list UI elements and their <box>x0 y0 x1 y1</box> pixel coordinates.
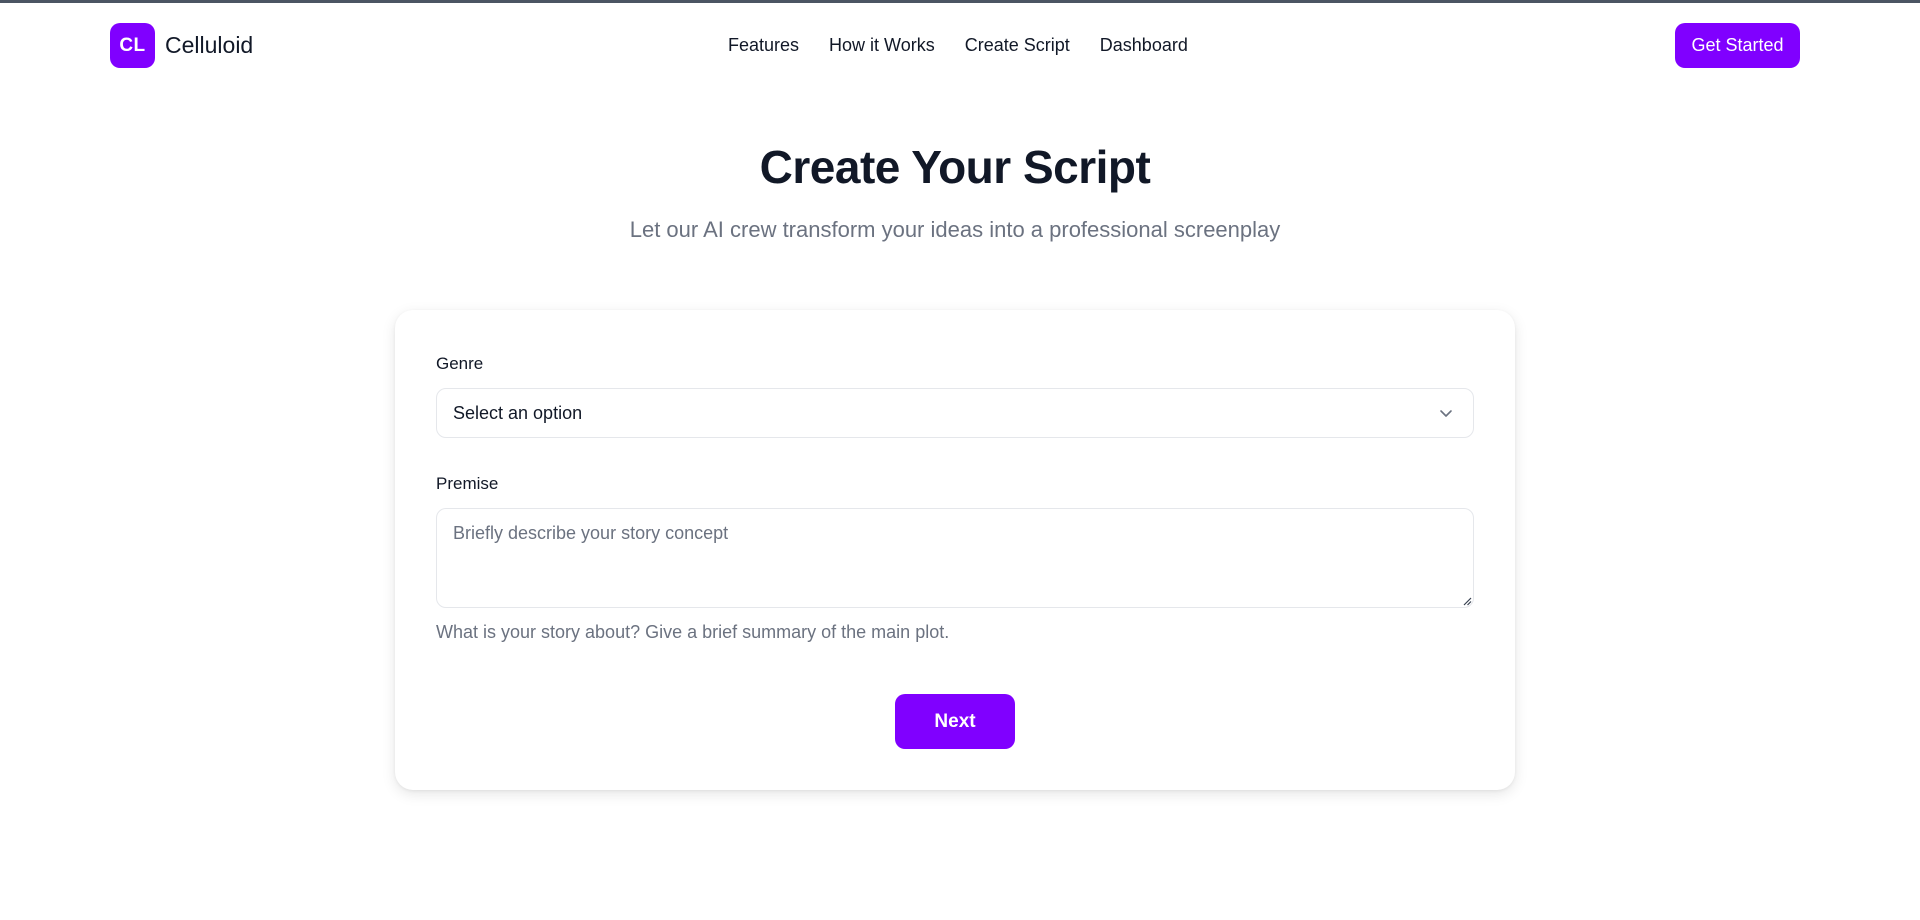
premise-hint: What is your story about? Give a brief s… <box>436 622 950 642</box>
nav-item-create-script[interactable]: Create Script <box>965 33 1070 57</box>
page-subtitle: Let our AI crew transform your ideas int… <box>629 217 1281 242</box>
genre-label: Genre <box>436 354 484 373</box>
page-title: Create Your Script <box>759 141 1151 193</box>
brand-name: Celluloid <box>165 32 254 58</box>
premise-textarea[interactable] <box>436 508 1474 608</box>
nav-item-features[interactable]: Features <box>728 33 799 57</box>
brand-logo[interactable]: CL Celluloid <box>110 23 253 68</box>
get-started-button[interactable]: Get Started <box>1675 23 1800 68</box>
main-nav: Features How it Works Create Script Dash… <box>728 33 1218 57</box>
resize-handle-icon[interactable] <box>1462 596 1472 606</box>
genre-selected-value: Select an option <box>453 402 583 423</box>
next-button[interactable]: Next <box>895 694 1015 749</box>
logo-mark: CL <box>110 23 155 68</box>
chevron-down-icon <box>1440 410 1452 417</box>
nav-item-dashboard[interactable]: Dashboard <box>1100 33 1188 57</box>
premise-label: Premise <box>436 474 499 493</box>
genre-select[interactable]: Select an option <box>436 388 1474 438</box>
nav-item-how-it-works[interactable]: How it Works <box>829 33 935 57</box>
site-header: CL Celluloid Features How it Works Creat… <box>0 3 1920 89</box>
script-form-card: Genre Select an option Premise What is y… <box>395 310 1515 790</box>
